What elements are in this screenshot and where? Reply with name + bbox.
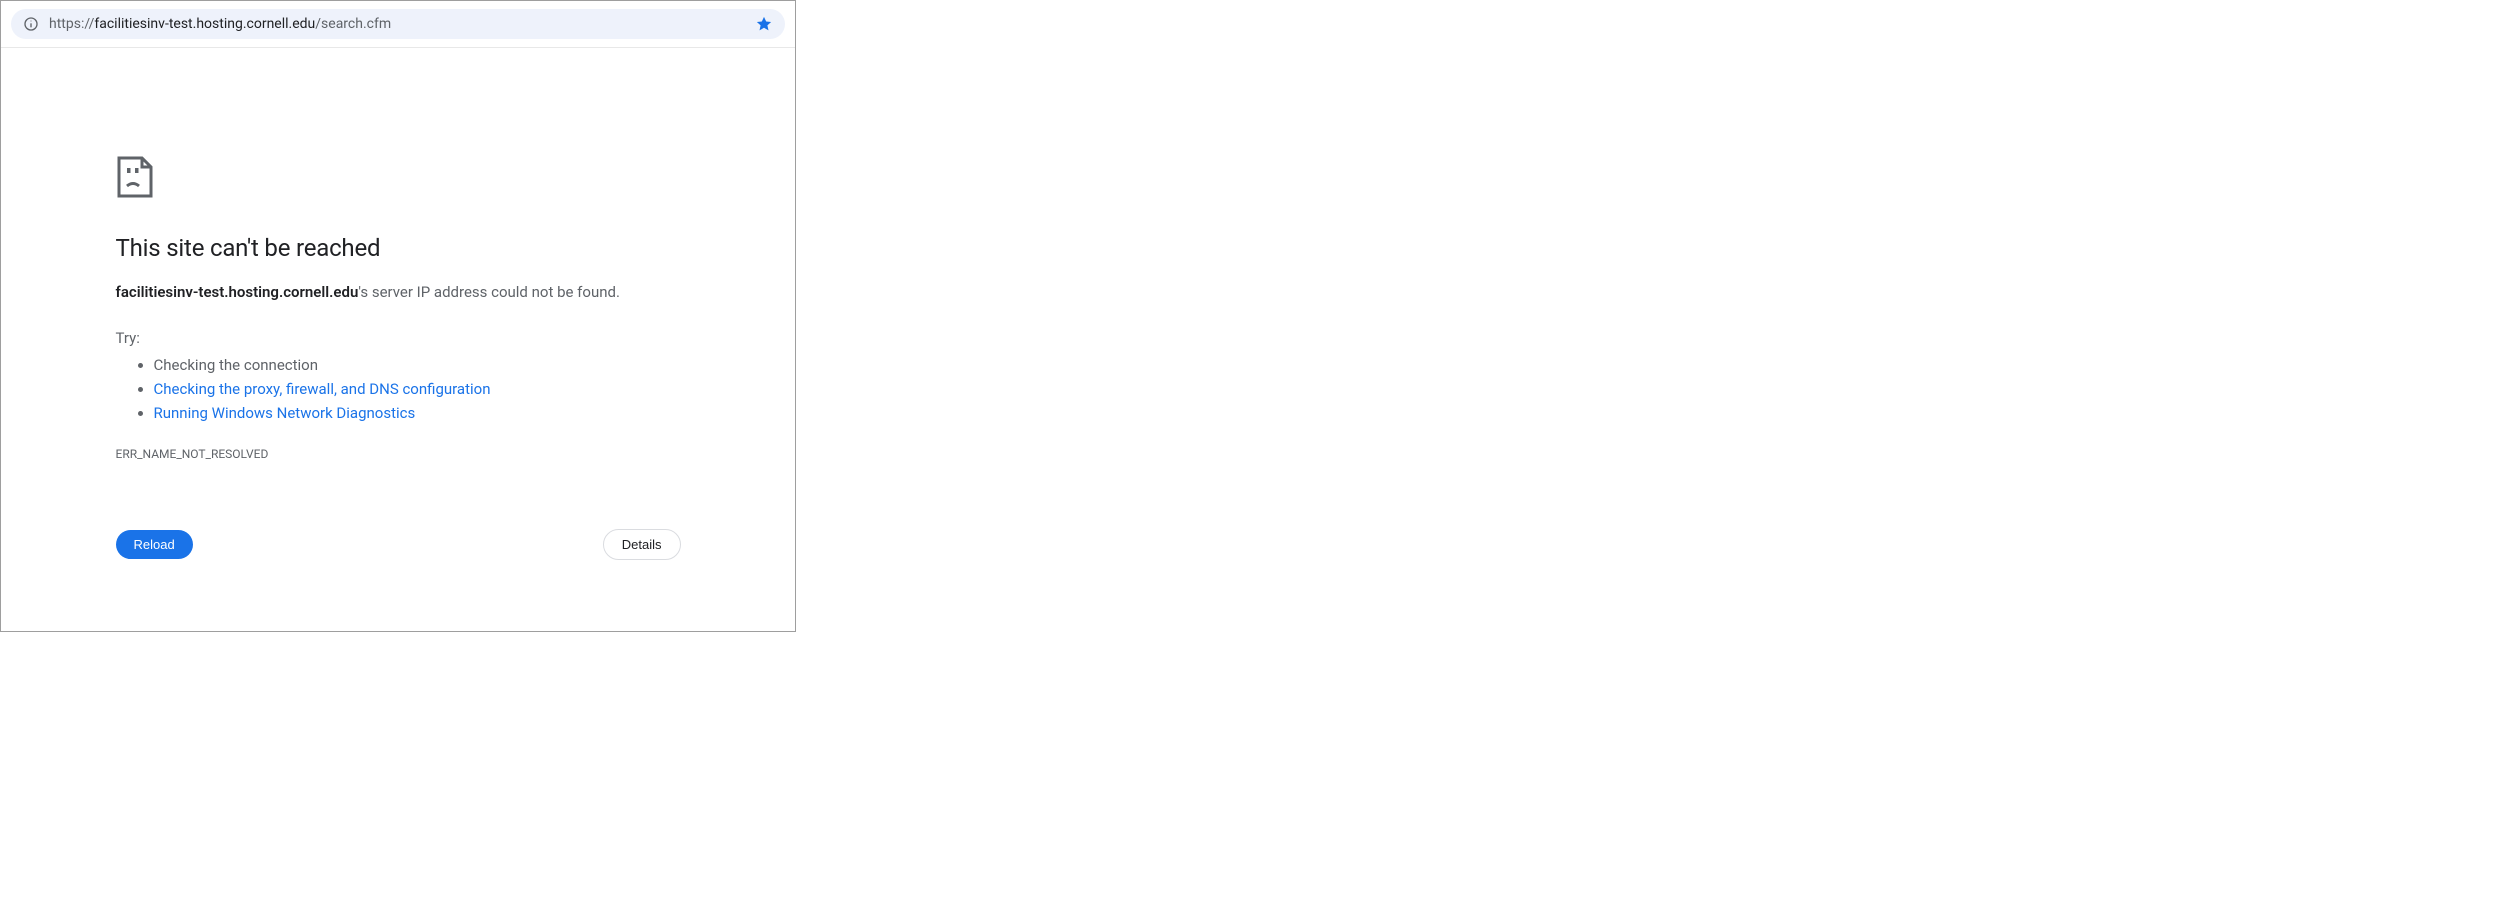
error-host: facilitiesinv-test.hosting.cornell.edu <box>116 283 359 301</box>
url-prefix: https:// <box>49 16 94 32</box>
url-host: facilitiesinv-test.hosting.cornell.edu <box>94 16 315 32</box>
reload-button[interactable]: Reload <box>116 530 193 559</box>
address-bar-row: https://facilitiesinv-test.hosting.corne… <box>1 1 795 48</box>
url-path: /search.cfm <box>315 16 391 32</box>
error-code: ERR_NAME_NOT_RESOLVED <box>116 447 681 461</box>
suggestion-connection: Checking the connection <box>154 353 681 377</box>
suggestion-proxy-link[interactable]: Checking the proxy, firewall, and DNS co… <box>154 380 491 398</box>
frown-page-icon <box>116 156 681 202</box>
suggestion-diagnostics-link[interactable]: Running Windows Network Diagnostics <box>154 404 416 422</box>
browser-window: https://facilitiesinv-test.hosting.corne… <box>0 0 796 632</box>
info-icon[interactable] <box>23 16 39 32</box>
error-heading: This site can't be reached <box>116 234 681 262</box>
button-row: Reload Details <box>116 529 681 560</box>
try-list: Checking the connection Checking the pro… <box>154 353 681 425</box>
address-bar[interactable]: https://facilitiesinv-test.hosting.corne… <box>11 9 785 39</box>
details-button[interactable]: Details <box>603 529 681 560</box>
error-host-suffix: 's server IP address could not be found. <box>358 283 620 301</box>
error-message: facilitiesinv-test.hosting.cornell.edu's… <box>116 282 681 303</box>
try-label: Try: <box>116 329 681 347</box>
content-area: This site can't be reached facilitiesinv… <box>1 48 795 631</box>
url-text: https://facilitiesinv-test.hosting.corne… <box>49 16 745 32</box>
bookmark-star-icon[interactable] <box>755 15 773 33</box>
error-block: This site can't be reached facilitiesinv… <box>116 156 681 631</box>
